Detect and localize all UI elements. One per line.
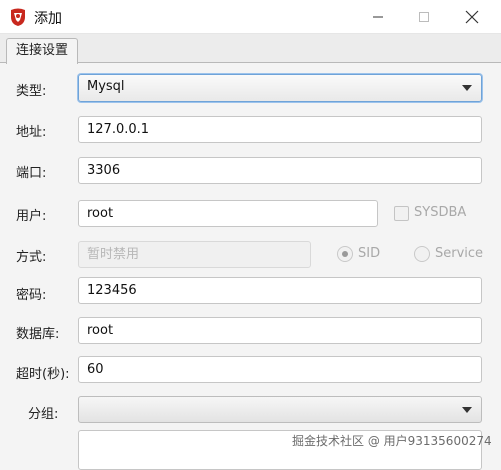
maximize-button[interactable] — [401, 0, 447, 34]
timeout-field[interactable]: 60 — [78, 356, 482, 383]
mode-field[interactable]: 暂时禁用 — [78, 241, 311, 268]
port-label: 端口: — [16, 166, 47, 181]
tab-strip: 连接设置 — [0, 34, 501, 64]
title-bar: 添加 — [0, 0, 501, 34]
close-icon — [465, 10, 479, 24]
type-select-value: Mysql — [87, 79, 125, 94]
database-label: 数据库: — [16, 327, 60, 342]
chevron-down-icon — [462, 85, 472, 91]
user-label: 用户: — [16, 209, 47, 224]
window-title: 添加 — [34, 11, 62, 27]
group-label: 分组: — [28, 407, 59, 422]
watermark: 掘金技术社区 @ 用户93135600274 — [292, 434, 492, 448]
minimize-button[interactable] — [355, 0, 401, 34]
maximize-icon — [419, 12, 429, 22]
password-label: 密码: — [16, 288, 47, 303]
type-label: 类型: — [16, 84, 47, 99]
address-field[interactable]: 127.0.0.1 — [78, 116, 482, 143]
user-field[interactable]: root — [78, 200, 378, 227]
service-label: Service — [435, 246, 484, 261]
tab-connection-settings[interactable]: 连接设置 — [6, 38, 78, 64]
app-logo-icon — [8, 7, 28, 27]
sid-radio[interactable] — [337, 246, 353, 262]
close-button[interactable] — [449, 0, 495, 34]
password-field[interactable]: 123456 — [78, 277, 482, 304]
port-field[interactable]: 3306 — [78, 157, 482, 184]
timeout-label: 超时(秒): — [16, 367, 70, 382]
sid-label: SID — [358, 246, 381, 261]
database-field[interactable]: root — [78, 317, 482, 344]
address-label: 地址: — [16, 125, 47, 140]
type-select[interactable]: Mysql — [78, 74, 482, 102]
service-radio[interactable] — [414, 246, 430, 262]
chevron-down-icon — [462, 407, 472, 413]
minimize-icon — [373, 16, 383, 18]
sysdba-label: SYSDBA — [414, 205, 467, 220]
sysdba-checkbox[interactable] — [394, 206, 409, 221]
mode-label: 方式: — [16, 250, 47, 265]
group-select[interactable] — [78, 396, 482, 423]
